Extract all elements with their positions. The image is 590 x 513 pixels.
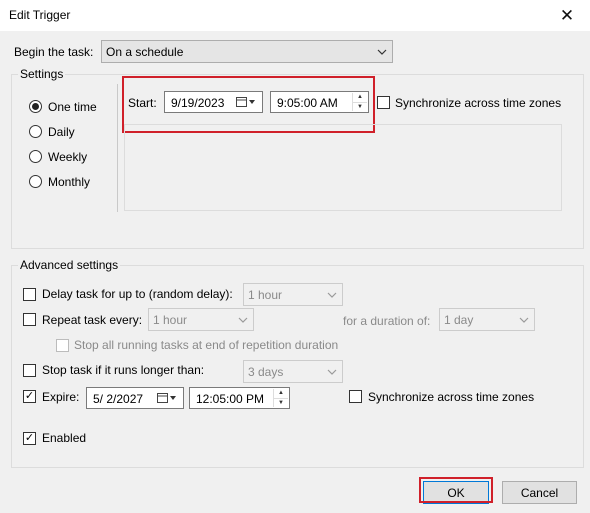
settings-divider xyxy=(117,84,118,212)
duration-value: 1 day xyxy=(444,313,474,327)
expire-checkbox[interactable]: ✓ xyxy=(23,390,36,403)
start-date-value: 9/19/2023 xyxy=(171,96,225,110)
chevron-down-icon xyxy=(236,312,250,327)
duration-select[interactable]: 1 day xyxy=(439,308,535,331)
delay-task-label: Delay task for up to (random delay): xyxy=(42,287,233,301)
expire-date-picker[interactable]: 5/ 2/2027 xyxy=(86,387,184,409)
expire-label: Expire: xyxy=(42,390,80,404)
spinner-icon[interactable]: ▲ ▼ xyxy=(273,389,288,407)
spin-up-icon[interactable]: ▲ xyxy=(353,93,367,103)
radio-weekly-label: Weekly xyxy=(48,150,88,164)
stop-longer-select[interactable]: 3 days xyxy=(243,360,343,383)
ok-button-label: OK xyxy=(447,485,465,500)
stop-longer-label: Stop task if it runs longer than: xyxy=(42,363,205,377)
repeat-task-checkbox[interactable] xyxy=(23,313,36,326)
begin-task-value: On a schedule xyxy=(106,45,184,59)
sync-timezones-checkbox[interactable] xyxy=(377,96,390,109)
ok-button[interactable]: OK xyxy=(423,481,489,504)
spin-down-icon[interactable]: ▼ xyxy=(274,399,288,408)
radio-one-time-label: One time xyxy=(48,100,97,114)
delay-task-checkbox[interactable] xyxy=(23,288,36,301)
chevron-down-icon xyxy=(325,364,339,379)
radio-one-time[interactable] xyxy=(29,100,42,113)
radio-daily[interactable] xyxy=(29,125,42,138)
expire-date-value: 5/ 2/2027 xyxy=(93,392,144,406)
edit-trigger-dialog: Edit Trigger ✕ Begin the task: On a sche… xyxy=(0,0,590,513)
title-bar: Edit Trigger ✕ xyxy=(0,0,590,31)
check-icon: ✓ xyxy=(24,390,35,402)
window-title: Edit Trigger xyxy=(9,8,71,22)
enabled-checkbox[interactable]: ✓ xyxy=(23,432,36,445)
spinner-icon[interactable]: ▲ ▼ xyxy=(352,93,367,111)
start-time-field[interactable]: 9:05:00 AM ▲ ▼ xyxy=(270,91,369,113)
begin-task-select[interactable]: On a schedule xyxy=(101,40,393,63)
cancel-button[interactable]: Cancel xyxy=(502,481,577,504)
chevron-down-icon xyxy=(517,312,531,327)
close-button[interactable]: ✕ xyxy=(544,0,590,31)
start-date-picker[interactable]: 9/19/2023 xyxy=(164,91,263,113)
repeat-task-label: Repeat task every: xyxy=(42,313,143,327)
stop-all-checkbox[interactable] xyxy=(56,339,69,352)
enabled-label: Enabled xyxy=(42,431,87,445)
repeat-interval-value: 1 hour xyxy=(153,313,188,327)
schedule-details-panel xyxy=(124,124,562,211)
advanced-settings-title: Advanced settings xyxy=(18,258,121,272)
delay-value: 1 hour xyxy=(248,288,283,302)
stop-longer-value: 3 days xyxy=(248,365,284,379)
spin-up-icon[interactable]: ▲ xyxy=(274,389,288,399)
settings-group-title: Settings xyxy=(18,67,66,81)
calendar-icon[interactable] xyxy=(157,391,181,405)
delay-select[interactable]: 1 hour xyxy=(243,283,343,306)
radio-daily-label: Daily xyxy=(48,125,75,139)
expire-sync-label: Synchronize across time zones xyxy=(368,390,535,404)
chevron-down-icon xyxy=(375,44,389,59)
radio-monthly-label: Monthly xyxy=(48,175,91,189)
check-icon: ✓ xyxy=(24,432,35,444)
sync-timezones-label: Synchronize across time zones xyxy=(395,96,562,110)
radio-weekly[interactable] xyxy=(29,150,42,163)
radio-monthly[interactable] xyxy=(29,175,42,188)
begin-task-label: Begin the task: xyxy=(14,45,94,59)
duration-label: for a duration of: xyxy=(343,314,431,328)
expire-time-field[interactable]: 12:05:00 PM ▲ ▼ xyxy=(189,387,290,409)
start-time-value: 9:05:00 AM xyxy=(277,96,338,110)
calendar-icon[interactable] xyxy=(236,95,260,109)
expire-sync-checkbox[interactable] xyxy=(349,390,362,403)
start-label: Start: xyxy=(128,96,157,110)
spin-down-icon[interactable]: ▼ xyxy=(353,103,367,112)
close-icon: ✕ xyxy=(559,5,575,25)
repeat-interval-select[interactable]: 1 hour xyxy=(148,308,254,331)
stop-longer-checkbox[interactable] xyxy=(23,364,36,377)
stop-all-label: Stop all running tasks at end of repetit… xyxy=(74,338,339,352)
cancel-button-label: Cancel xyxy=(520,485,559,500)
chevron-down-icon xyxy=(325,287,339,302)
expire-time-value: 12:05:00 PM xyxy=(196,392,265,406)
